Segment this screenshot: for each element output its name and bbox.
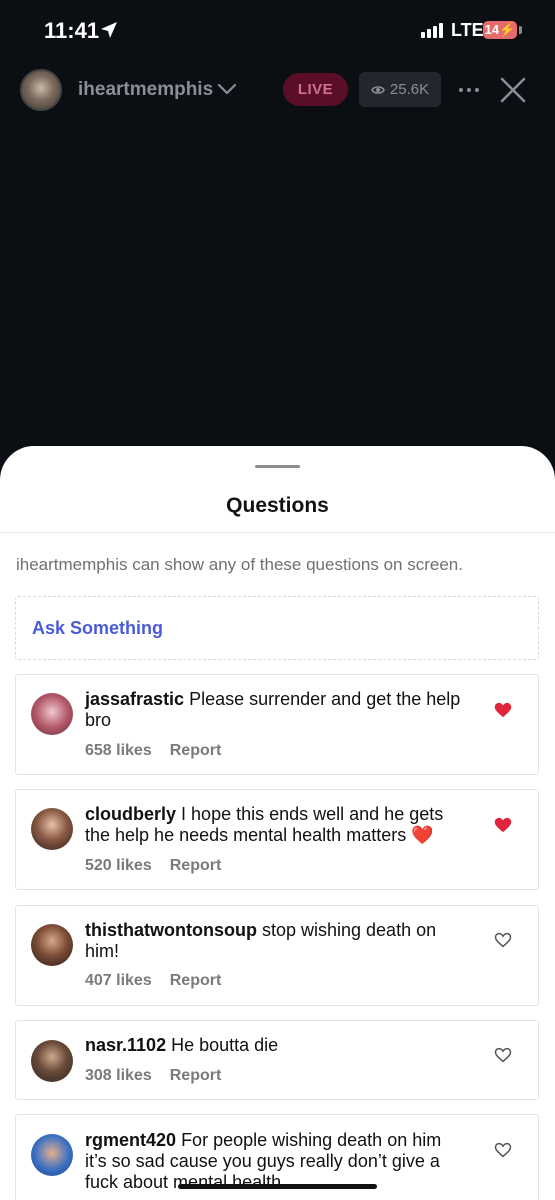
likes-count[interactable]: 520 likes (85, 857, 152, 874)
sheet-title: Questions (226, 494, 329, 517)
live-header: iheartmemphis LIVE 25.6K (0, 64, 555, 116)
avatar[interactable] (31, 924, 73, 966)
likes-count[interactable]: 407 likes (85, 972, 152, 989)
question-text: thisthatwontonsoup stop wishing death on… (85, 920, 467, 962)
cellular-signal-icon (421, 23, 443, 38)
questions-sheet: Questions iheartmemphis can show any of … (0, 446, 555, 1200)
question-username[interactable]: jassafrastic (85, 689, 184, 709)
likes-count[interactable]: 658 likes (85, 742, 152, 759)
avatar[interactable] (31, 1134, 73, 1176)
battery-level: 14 (484, 22, 500, 37)
status-time: 11:41 (44, 18, 100, 43)
location-arrow-icon (101, 22, 117, 38)
heart-outline-icon[interactable] (494, 1047, 512, 1063)
question-text: cloudberly I hope this ends well and he … (85, 804, 467, 846)
question-card: nasr.1102 He boutta die 308 likes Report (15, 1020, 539, 1100)
report-button[interactable]: Report (170, 742, 222, 759)
viewer-count: 25.6K (389, 81, 430, 98)
question-card: cloudberly I hope this ends well and he … (15, 789, 539, 890)
ask-something-label: Ask Something (32, 618, 164, 638)
live-badge: LIVE (283, 73, 348, 106)
sheet-grabber[interactable] (255, 465, 300, 468)
question-meta: 658 likes Report (85, 742, 221, 760)
question-username[interactable]: nasr.1102 (85, 1035, 166, 1055)
status-bar: 11:41 LTE 14⚡ (0, 0, 555, 60)
more-options-icon[interactable] (457, 78, 481, 102)
divider (0, 532, 555, 533)
avatar[interactable] (31, 693, 73, 735)
home-indicator[interactable] (178, 1184, 377, 1189)
close-icon[interactable] (499, 76, 527, 104)
question-meta: 407 likes Report (85, 972, 221, 990)
avatar[interactable] (31, 1040, 73, 1082)
heart-filled-icon[interactable] (494, 702, 512, 718)
sheet-subtitle: iheartmemphis can show any of these ques… (16, 555, 463, 574)
question-card: thisthatwontonsoup stop wishing death on… (15, 905, 539, 1006)
question-username[interactable]: rgment420 (85, 1130, 176, 1150)
report-button[interactable]: Report (170, 1067, 222, 1084)
question-username[interactable]: cloudberly (85, 804, 176, 824)
viewer-count-badge[interactable]: 25.6K (359, 72, 441, 107)
avatar[interactable] (31, 808, 73, 850)
ask-something-input[interactable]: Ask Something (15, 596, 539, 660)
question-text: jassafrastic Please surrender and get th… (85, 689, 467, 731)
question-card: jassafrastic Please surrender and get th… (15, 674, 539, 775)
network-type: LTE (451, 20, 484, 40)
question-meta: 520 likes Report (85, 857, 221, 875)
likes-count[interactable]: 308 likes (85, 1067, 152, 1084)
heart-outline-icon[interactable] (494, 932, 512, 948)
eye-icon (371, 85, 385, 94)
question-text: nasr.1102 He boutta die (85, 1035, 467, 1056)
heart-filled-icon[interactable] (494, 817, 512, 833)
battery-icon: 14⚡ (483, 21, 517, 39)
report-button[interactable]: Report (170, 972, 222, 989)
host-username[interactable]: iheartmemphis (78, 79, 213, 101)
question-body: He boutta die (171, 1035, 279, 1055)
host-avatar[interactable] (20, 69, 62, 111)
chevron-down-icon[interactable] (216, 79, 238, 99)
question-meta: 308 likes Report (85, 1067, 221, 1085)
battery-tip (519, 26, 522, 34)
report-button[interactable]: Report (170, 857, 222, 874)
heart-outline-icon[interactable] (494, 1142, 512, 1158)
question-username[interactable]: thisthatwontonsoup (85, 920, 257, 940)
